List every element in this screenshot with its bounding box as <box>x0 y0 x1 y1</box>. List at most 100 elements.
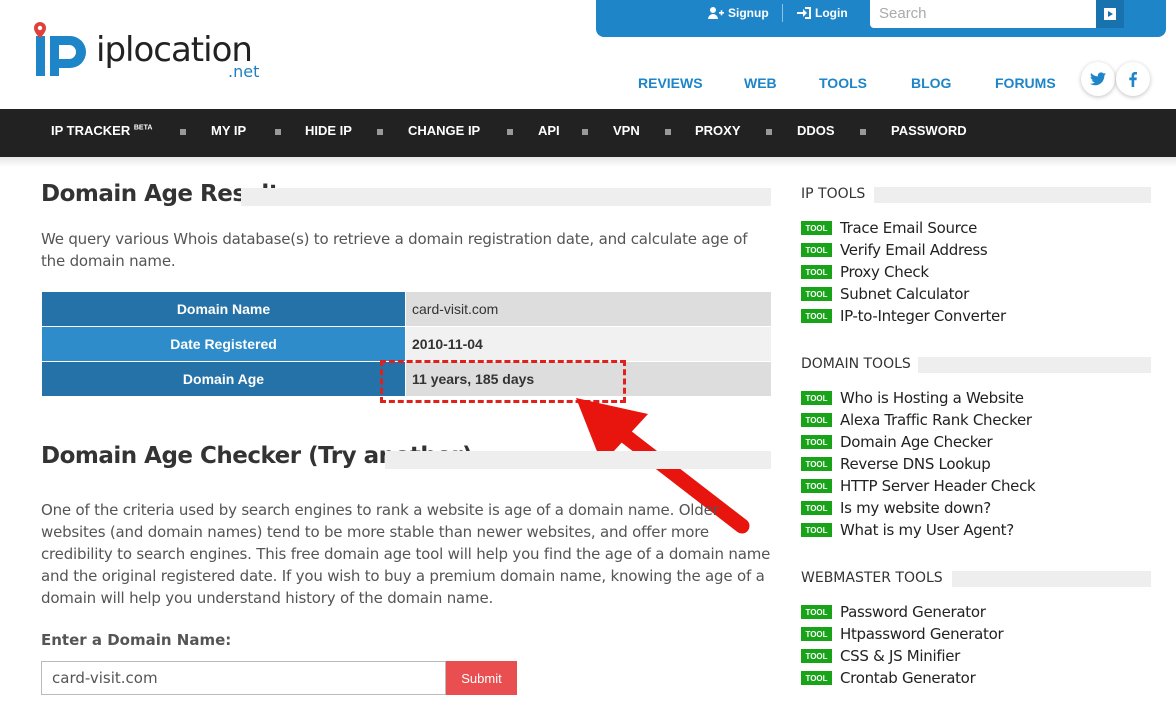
tool-link[interactable]: Htpassword Generator <box>840 625 1004 643</box>
sidebar-heading-ip-tools: IP TOOLS <box>801 186 866 202</box>
row-label: Domain Age <box>42 362 405 396</box>
tool-link[interactable]: Is my website down? <box>840 499 991 517</box>
domain-input-label: Enter a Domain Name: <box>41 631 232 649</box>
login-label: Login <box>815 6 848 20</box>
tool-link[interactable]: What is my User Agent? <box>840 521 1014 539</box>
tool-link[interactable]: Proxy Check <box>840 263 929 281</box>
logo-pin-icon <box>34 22 86 76</box>
signup-link[interactable]: Signup <box>708 6 769 20</box>
nav-separator <box>377 129 383 135</box>
nav-my-ip[interactable]: MY IP <box>211 123 246 138</box>
tool-link[interactable]: Domain Age Checker <box>840 433 993 451</box>
heading-rule <box>918 357 1151 373</box>
list-item[interactable]: TOOL Reverse DNS Lookup <box>801 454 991 474</box>
tool-badge: TOOL <box>801 671 832 685</box>
sign-in-icon <box>797 7 811 19</box>
tool-badge: TOOL <box>801 243 832 257</box>
list-item[interactable]: TOOL Verify Email Address <box>801 240 988 260</box>
submit-button[interactable]: Submit <box>446 661 517 695</box>
tool-badge: TOOL <box>801 627 832 641</box>
search-button[interactable] <box>1096 0 1124 28</box>
signup-label: Signup <box>728 6 769 20</box>
add-user-icon <box>708 7 724 19</box>
nav-vpn[interactable]: VPN <box>613 123 640 138</box>
nav-shadow <box>0 157 1176 167</box>
sidebar-heading-webmaster-tools: WEBMASTER TOOLS <box>801 570 943 586</box>
tool-badge: TOOL <box>801 649 832 663</box>
list-item[interactable]: TOOL HTTP Server Header Check <box>801 476 1036 496</box>
nav-ip-tracker[interactable]: IP TRACKER BETA <box>51 123 152 138</box>
tool-link[interactable]: Password Generator <box>840 603 986 621</box>
table-row: Domain Name card-visit.com <box>42 292 771 326</box>
login-link[interactable]: Login <box>797 6 848 20</box>
list-item[interactable]: TOOL Password Generator <box>801 602 986 622</box>
domain-input[interactable]: card-visit.com <box>41 661 446 695</box>
tool-link[interactable]: IP-to-Integer Converter <box>840 307 1006 325</box>
nav-separator <box>582 129 588 135</box>
tool-link[interactable]: Verify Email Address <box>840 241 988 259</box>
tool-badge: TOOL <box>801 287 832 301</box>
facebook-icon[interactable] <box>1116 62 1150 96</box>
beta-tag: BETA <box>133 124 153 132</box>
nav-reviews[interactable]: REVIEWS <box>638 75 703 91</box>
nav-ddos[interactable]: DDOS <box>797 123 835 138</box>
search-go-icon <box>1104 8 1116 20</box>
nav-blog[interactable]: BLOG <box>911 75 951 91</box>
title-rule <box>241 188 771 206</box>
list-item[interactable]: TOOL What is my User Agent? <box>801 520 1014 540</box>
list-item[interactable]: TOOL Who is Hosting a Website <box>801 388 1024 408</box>
nav-password[interactable]: PASSWORD <box>891 123 967 138</box>
table-row: Date Registered 2010-11-04 <box>42 327 771 361</box>
nav-separator <box>860 129 866 135</box>
nav-proxy[interactable]: PROXY <box>695 123 741 138</box>
result-intro: We query various Whois database(s) to re… <box>41 230 748 270</box>
list-item[interactable]: TOOL Trace Email Source <box>801 218 977 238</box>
list-item[interactable]: TOOL IP-to-Integer Converter <box>801 306 1006 326</box>
sidebar-heading-domain-tools: DOMAIN TOOLS <box>801 356 911 372</box>
list-item[interactable]: TOOL CSS & JS Minifier <box>801 646 960 666</box>
list-item[interactable]: TOOL Is my website down? <box>801 498 991 518</box>
site-logo[interactable]: iplocation .net <box>30 12 270 82</box>
tool-link[interactable]: Subnet Calculator <box>840 285 969 303</box>
list-item[interactable]: TOOL Domain Age Checker <box>801 432 993 452</box>
heading-rule <box>874 187 1151 203</box>
list-item[interactable]: TOOL Proxy Check <box>801 262 929 282</box>
heading-rule <box>952 571 1151 587</box>
nav-tools[interactable]: TOOLS <box>819 75 867 91</box>
tool-link[interactable]: Alexa Traffic Rank Checker <box>840 411 1032 429</box>
tool-badge: TOOL <box>801 523 832 537</box>
list-item[interactable]: TOOL Crontab Generator <box>801 668 976 688</box>
checker-description: One of the criteria used by search engin… <box>41 501 771 607</box>
row-value: 2010-11-04 <box>406 327 771 361</box>
nav-separator <box>665 129 671 135</box>
tool-badge: TOOL <box>801 221 832 235</box>
row-label: Domain Name <box>42 292 405 326</box>
tool-link[interactable]: CSS & JS Minifier <box>840 647 960 665</box>
nav-separator <box>766 129 772 135</box>
nav-hide-ip[interactable]: HIDE IP <box>305 123 352 138</box>
tool-badge: TOOL <box>801 501 832 515</box>
tool-badge: TOOL <box>801 435 832 449</box>
tool-badge: TOOL <box>801 413 832 427</box>
search-input[interactable]: Search <box>870 0 1096 28</box>
tool-badge: TOOL <box>801 457 832 471</box>
tool-link[interactable]: HTTP Server Header Check <box>840 477 1036 495</box>
tool-link[interactable]: Trace Email Source <box>840 219 977 237</box>
tool-link[interactable]: Who is Hosting a Website <box>840 389 1024 407</box>
nav-forums[interactable]: FORUMS <box>995 75 1056 91</box>
twitter-icon[interactable] <box>1081 62 1115 96</box>
nav-separator <box>180 129 186 135</box>
tool-badge: TOOL <box>801 605 832 619</box>
tool-link[interactable]: Reverse DNS Lookup <box>840 455 991 473</box>
list-item[interactable]: TOOL Subnet Calculator <box>801 284 969 304</box>
brand-tld: .net <box>228 62 260 81</box>
list-item[interactable]: TOOL Alexa Traffic Rank Checker <box>801 410 1032 430</box>
nav-api[interactable]: API <box>538 123 560 138</box>
nav-change-ip[interactable]: CHANGE IP <box>408 123 480 138</box>
topbar-divider <box>782 4 783 22</box>
secondary-nav: IP TRACKER BETA MY IP HIDE IP CHANGE IP … <box>0 109 1176 157</box>
tool-badge: TOOL <box>801 265 832 279</box>
nav-web[interactable]: WEB <box>744 75 777 91</box>
tool-link[interactable]: Crontab Generator <box>840 669 976 687</box>
list-item[interactable]: TOOL Htpassword Generator <box>801 624 1004 644</box>
